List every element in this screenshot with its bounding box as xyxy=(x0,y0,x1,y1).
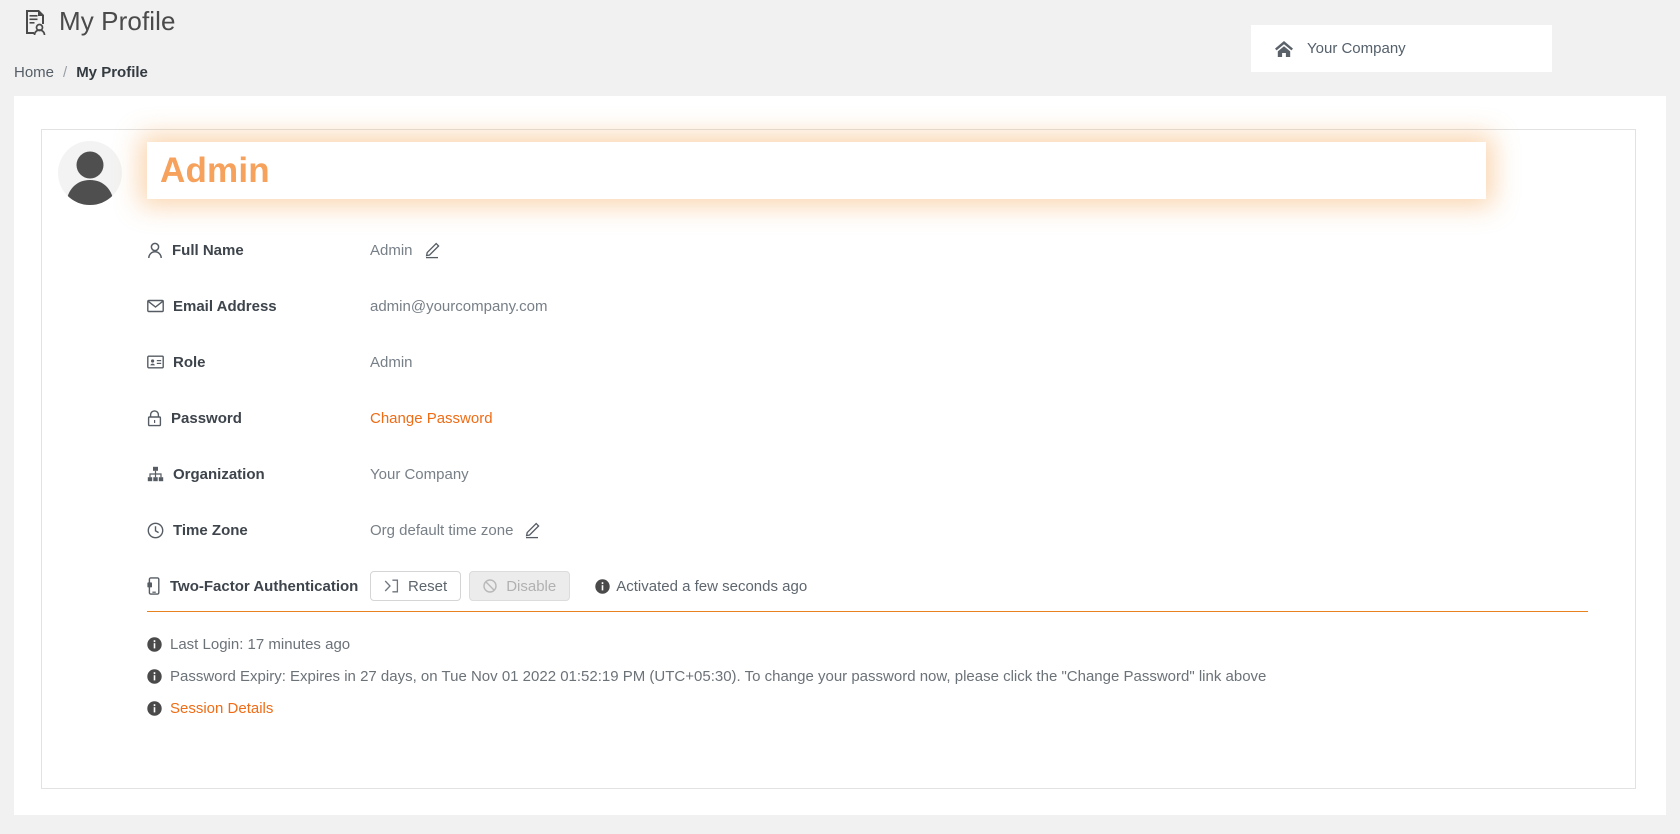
field-row-full-name: Full Name Admin xyxy=(42,222,1635,278)
field-value-full-name: Admin xyxy=(370,242,441,259)
page-header: My Profile xyxy=(22,6,176,37)
info-icon xyxy=(147,700,162,716)
field-label-two-factor: Two-Factor Authentication xyxy=(147,577,370,595)
disable-two-factor-button[interactable]: Disable xyxy=(469,571,571,601)
info-icon xyxy=(595,578,610,594)
field-row-time-zone: Time Zone Org default time zone xyxy=(42,502,1635,558)
reset-two-factor-button[interactable]: Reset xyxy=(370,571,462,601)
content-area: Admin Full Name Admin Email Address admi… xyxy=(14,96,1666,815)
reset-button-label: Reset xyxy=(408,577,448,595)
field-value-text: Your Company xyxy=(370,465,469,483)
field-label-text: Password xyxy=(171,409,242,427)
avatar xyxy=(58,141,122,205)
breadcrumb-home-link[interactable]: Home xyxy=(14,64,54,81)
home-icon xyxy=(1274,40,1294,58)
field-label-role: Role xyxy=(147,354,370,371)
company-badge[interactable]: Your Company xyxy=(1251,25,1552,72)
two-factor-status: Activated a few seconds ago xyxy=(595,578,807,595)
field-value-two-factor: Reset Disable Activated a few seconds ag… xyxy=(370,571,807,601)
company-name: Your Company xyxy=(1307,40,1406,57)
clock-icon xyxy=(147,522,164,539)
note-last-login: Last Login: 17 minutes ago xyxy=(147,628,1266,660)
envelope-icon xyxy=(147,299,164,313)
field-value-organization: Your Company xyxy=(370,466,469,483)
field-label-text: Full Name xyxy=(172,241,244,259)
field-label-text: Role xyxy=(173,353,206,371)
field-label-text: Two-Factor Authentication xyxy=(170,577,359,595)
field-label-email: Email Address xyxy=(147,298,370,315)
edit-pencil-icon-full-name[interactable] xyxy=(424,242,441,259)
ban-icon xyxy=(483,579,497,593)
page-title: My Profile xyxy=(59,6,176,36)
profile-notes: Last Login: 17 minutes ago Password Expi… xyxy=(147,628,1266,724)
field-row-two-factor: Two-Factor Authentication Reset Disable … xyxy=(42,558,1635,614)
field-value-text: Admin xyxy=(370,241,413,259)
field-value-email: admin@yourcompany.com xyxy=(370,298,548,315)
two-factor-status-text: Activated a few seconds ago xyxy=(616,577,808,595)
field-row-role: Role Admin xyxy=(42,334,1635,390)
field-value-time-zone: Org default time zone xyxy=(370,522,541,539)
sign-out-icon xyxy=(384,579,399,593)
user-avatar-icon xyxy=(66,151,114,205)
field-row-organization: Organization Your Company xyxy=(42,446,1635,502)
edit-pencil-icon-time-zone[interactable] xyxy=(524,522,541,539)
display-name: Admin xyxy=(160,150,270,190)
two-factor-controls: Reset Disable xyxy=(370,571,571,601)
identity-row: Admin xyxy=(42,130,1635,234)
session-details-link[interactable]: Session Details xyxy=(170,700,273,717)
profile-card: Admin Full Name Admin Email Address admi… xyxy=(41,129,1636,789)
field-label-text: Time Zone xyxy=(173,521,248,539)
info-icon xyxy=(147,636,162,652)
document-user-icon xyxy=(22,8,48,36)
note-password-expiry: Password Expiry: Expires in 27 days, on … xyxy=(147,660,1266,692)
info-icon xyxy=(147,668,162,684)
field-row-password: Password Change Password xyxy=(42,390,1635,446)
note-session-details[interactable]: Session Details xyxy=(147,692,1266,724)
change-password-link[interactable]: Change Password xyxy=(370,410,493,427)
field-label-text: Organization xyxy=(173,465,265,483)
field-value-text: Org default time zone xyxy=(370,521,514,539)
profile-fields: Full Name Admin Email Address admin@your… xyxy=(42,222,1635,614)
field-value-text: Admin xyxy=(370,353,413,371)
lock-icon xyxy=(147,409,162,427)
field-value-role: Admin xyxy=(370,354,413,371)
section-divider xyxy=(147,611,1588,612)
field-label-organization: Organization xyxy=(147,466,370,483)
disable-button-label: Disable xyxy=(506,577,557,595)
display-name-box: Admin xyxy=(147,142,1486,199)
field-label-password: Password xyxy=(147,410,370,427)
field-value-text: Change Password xyxy=(370,409,493,427)
field-label-text: Email Address xyxy=(173,297,277,315)
field-value-text: admin@yourcompany.com xyxy=(370,297,548,315)
note-text: Password Expiry: Expires in 27 days, on … xyxy=(170,667,1267,685)
note-text: Last Login: 17 minutes ago xyxy=(170,635,351,653)
field-label-time-zone: Time Zone xyxy=(147,522,370,539)
id-badge-icon xyxy=(147,355,164,369)
breadcrumb-separator: / xyxy=(63,64,68,81)
field-label-full-name: Full Name xyxy=(147,242,370,259)
breadcrumb-current: My Profile xyxy=(76,64,148,81)
breadcrumb: Home / My Profile xyxy=(14,64,148,81)
mobile-lock-icon xyxy=(147,577,161,595)
sitemap-icon xyxy=(147,466,164,482)
person-icon xyxy=(147,242,163,259)
field-row-email: Email Address admin@yourcompany.com xyxy=(42,278,1635,334)
profile-page: My Profile Home / My Profile Your Compan… xyxy=(0,0,1680,834)
